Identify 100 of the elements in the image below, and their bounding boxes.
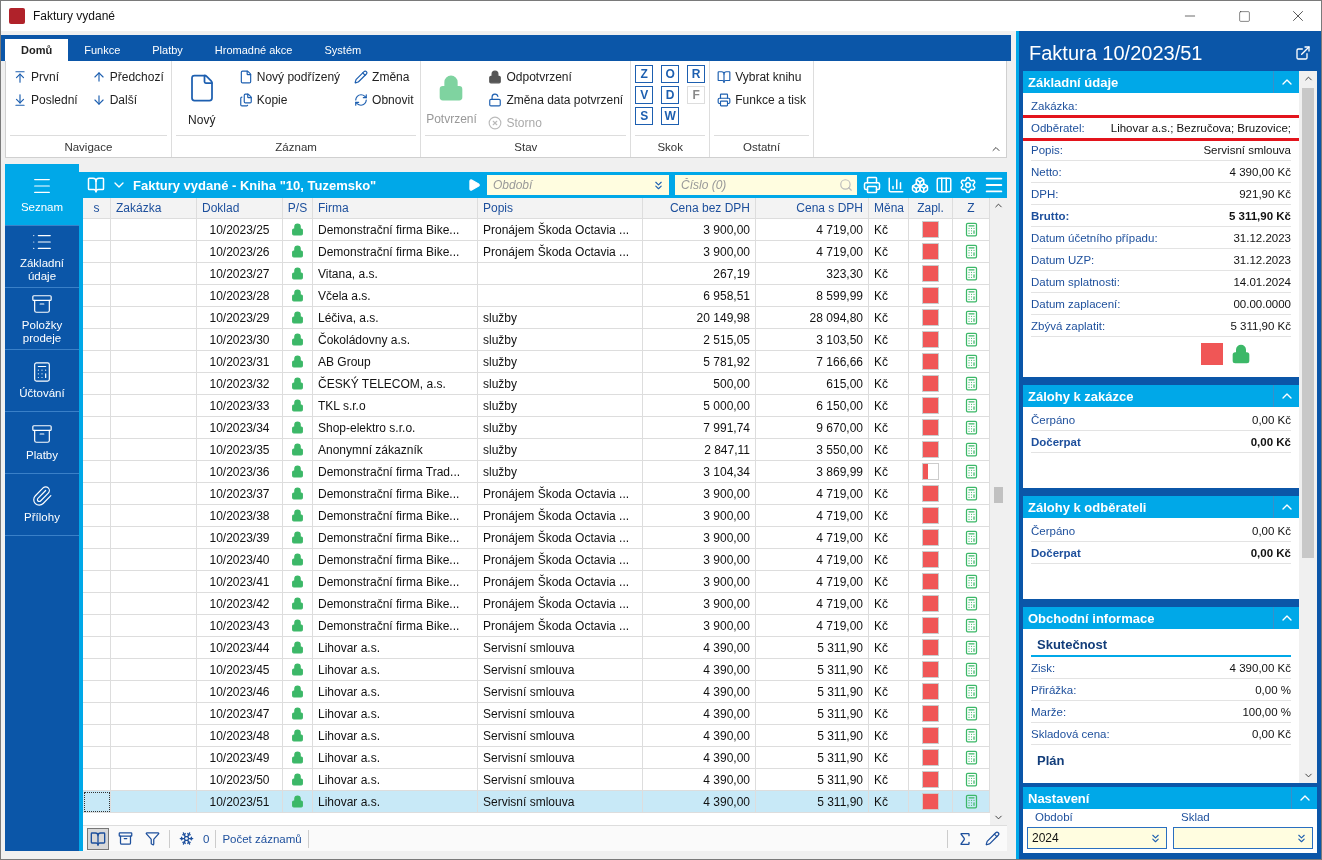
table-row[interactable]: 10/2023/32 ČESKÝ TELECOM, a.s. služby 500,00 615,00 Kč — [83, 373, 990, 395]
table-row[interactable]: 10/2023/50 Lihovar a.s. Servisní smlouva 4 390,00 5 311,90 Kč — [83, 769, 990, 791]
table-cell: Lihovar a.s. — [313, 791, 478, 813]
table-cell: 5 311,90 — [756, 791, 869, 813]
table-row[interactable]: 10/2023/46 Lihovar a.s. Servisní smlouva 4 390,00 5 311,90 Kč — [83, 681, 990, 703]
lock-icon — [291, 729, 304, 742]
paperclip-icon — [31, 485, 53, 508]
table-cell: Servisní smlouva — [478, 791, 643, 813]
jump-button[interactable]: Z — [635, 65, 654, 83]
settings-icon[interactable] — [959, 176, 977, 194]
table-row[interactable]: 10/2023/51 Lihovar a.s. Servisní smlouva 4 390,00 5 311,90 Kč — [83, 791, 990, 813]
lock-icon — [291, 553, 304, 566]
dropdown-field[interactable] — [1173, 827, 1313, 849]
field-label: Marže: — [1031, 705, 1067, 718]
lock-icon — [291, 531, 304, 544]
period-field[interactable]: Období — [491, 177, 652, 193]
jump-button[interactable]: O — [661, 65, 680, 83]
ribbon-button[interactable]: Vybrat knihu — [714, 65, 809, 88]
table-row[interactable]: 10/2023/26 Demonstrační firma Bike... Pronájem Škoda Octavia ... 3 900,00 4 719,00 Kč — [83, 241, 990, 263]
calculator-icon — [963, 794, 979, 809]
jump-button[interactable]: W — [661, 107, 680, 125]
subheading: Skutečnost — [1031, 631, 1291, 657]
period-field[interactable]: Období — [487, 175, 669, 195]
bar-chart-icon[interactable] — [887, 176, 905, 194]
ribbon-tab[interactable]: Systém — [308, 39, 378, 61]
field-label: Přirážka: — [1031, 683, 1077, 696]
ribbon-tab[interactable]: Funkce — [68, 39, 137, 61]
ribbon-tab[interactable]: Domů — [5, 39, 69, 61]
ribbon-tab[interactable]: Hromadné akce — [198, 39, 309, 61]
table-row[interactable]: 10/2023/36 Demonstrační firma Trad... služby 3 104,34 3 869,99 Kč — [83, 461, 990, 483]
ribbon-button[interactable]: Nový — [175, 65, 228, 135]
calculator-icon — [963, 750, 979, 765]
lock-icon — [291, 311, 304, 324]
ribbon-button[interactable]: První — [10, 65, 81, 88]
table-row[interactable]: 10/2023/44 Lihovar a.s. Servisní smlouva 4 390,00 5 311,90 Kč — [83, 637, 990, 659]
table-row[interactable]: 10/2023/47 Lihovar a.s. Servisní smlouva 4 390,00 5 311,90 Kč — [83, 703, 990, 725]
table-row[interactable]: 10/2023/35 Anonymní zákazník služby 2 847,11 3 550,00 Kč — [83, 439, 990, 461]
dropdown-field[interactable]: 2024 — [1027, 827, 1167, 849]
section-title: Základní údaje — [1028, 74, 1119, 90]
ribbon-button[interactable]: Odpotvrzení — [485, 65, 627, 88]
calculator-icon — [31, 361, 53, 384]
lock-icon — [291, 267, 304, 280]
number-search-field[interactable]: Číslo (0) — [679, 177, 839, 193]
ribbon-button[interactable]: Nový podřízený — [235, 65, 344, 88]
table-row[interactable]: 10/2023/42 Demonstrační firma Bike... Pronájem Škoda Octavia ... 3 900,00 4 719,00 Kč — [83, 593, 990, 615]
table-row[interactable]: 10/2023/31 AB Group služby 5 781,92 7 166,66 Kč — [83, 351, 990, 373]
field-value: Lihovar a.s.; Bezručova; Bruzovice; — [1110, 121, 1291, 134]
field-value: 0,00 % — [1255, 683, 1291, 696]
ribbon-button[interactable]: Další — [88, 88, 167, 111]
table-row[interactable]: 10/2023/45 Lihovar a.s. Servisní smlouva 4 390,00 5 311,90 Kč — [83, 659, 990, 681]
ribbon-button[interactable]: Obnovit — [351, 88, 417, 111]
table-row[interactable]: 10/2023/48 Lihovar a.s. Servisní smlouva 4 390,00 5 311,90 Kč — [83, 725, 990, 747]
group-label: Záznam — [175, 135, 417, 157]
book-icon — [717, 69, 732, 84]
table-row[interactable]: 10/2023/41 Demonstrační firma Bike... Pronájem Škoda Octavia ... 3 900,00 4 719,00 Kč — [83, 571, 990, 593]
ribbon-button[interactable]: Předchozí — [88, 65, 167, 88]
splitter[interactable] — [1011, 31, 1019, 859]
ribbon-tab[interactable]: Platby — [136, 39, 199, 61]
play-icon[interactable] — [467, 178, 481, 192]
printer-icon — [717, 92, 732, 107]
field-value: 5 311,90 Kč — [1230, 319, 1291, 332]
table-row[interactable]: 10/2023/34 Shop-elektro s.r.o. služby 7 991,74 9 670,00 Kč — [83, 417, 990, 439]
unlock-icon — [488, 92, 503, 107]
table-row[interactable]: 10/2023/33 TKL s.r.o služby 5 000,00 6 150,00 Kč — [83, 395, 990, 417]
jump-button[interactable]: D — [661, 86, 680, 104]
document-icon — [238, 69, 253, 84]
section-title: Obchodní informace — [1028, 610, 1155, 626]
columns-icon[interactable] — [935, 176, 953, 194]
ribbon-button[interactable]: Změna — [351, 65, 417, 88]
table-row[interactable]: 10/2023/38 Demonstrační firma Bike... Pronájem Škoda Octavia ... 3 900,00 4 719,00 Kč — [83, 505, 990, 527]
boxes-icon[interactable] — [911, 176, 929, 194]
jump-button[interactable]: V — [635, 86, 654, 104]
ribbon-button[interactable]: Funkce a tisk — [714, 88, 809, 111]
ribbon-button[interactable]: Poslední — [10, 88, 81, 111]
table-row[interactable]: 10/2023/28 Včela a.s. 6 958,51 8 599,99 Kč — [83, 285, 990, 307]
table-row[interactable]: 10/2023/25 Demonstrační firma Bike... Pronájem Škoda Octavia ... 3 900,00 4 719,00 Kč — [83, 219, 990, 241]
table-row[interactable]: 10/2023/40 Demonstrační firma Bike... Pronájem Škoda Octavia ... 3 900,00 4 719,00 Kč — [83, 549, 990, 571]
printer-icon[interactable] — [863, 176, 881, 194]
calculator-icon — [963, 728, 979, 743]
ribbon-button[interactable]: Kopie — [235, 88, 344, 111]
lock-icon — [291, 663, 304, 676]
table-row[interactable]: 10/2023/29 Léčiva, a.s. služby 20 149,98 28 094,80 Kč — [83, 307, 990, 329]
table-row[interactable]: 10/2023/30 Čokoládovny a.s. služby 2 515,05 3 103,50 Kč — [83, 329, 990, 351]
table-row[interactable]: 10/2023/39 Demonstrační firma Bike... Pronájem Škoda Octavia ... 3 900,00 4 719,00 Kč — [83, 527, 990, 549]
calculator-icon — [963, 442, 979, 457]
jump-button[interactable]: R — [687, 65, 706, 83]
table-row[interactable]: 10/2023/37 Demonstrační firma Bike... Pronájem Škoda Octavia ... 3 900,00 4 719,00 Kč — [83, 483, 990, 505]
table-row[interactable]: 10/2023/49 Lihovar a.s. Servisní smlouva 4 390,00 5 311,90 Kč — [83, 747, 990, 769]
jump-button[interactable]: S — [635, 107, 654, 125]
number-search-field[interactable]: Číslo (0) — [675, 175, 857, 195]
table-row[interactable]: 10/2023/43 Demonstrační firma Bike... Pronájem Škoda Octavia ... 3 900,00 4 719,00 Kč — [83, 615, 990, 637]
group-label: Skok — [635, 135, 706, 157]
ribbon-button[interactable]: Změna data potvrzení — [485, 88, 627, 111]
table-row[interactable]: 10/2023/27 Vitana, a.s. 267,19 323,30 Kč — [83, 263, 990, 285]
circle-x-icon — [488, 115, 503, 130]
search-icon[interactable] — [839, 178, 853, 192]
record-count-label[interactable]: Počet záznamů — [222, 832, 302, 845]
maximize-icon[interactable] — [1237, 9, 1251, 23]
field-value: 14.01.2024 — [1233, 275, 1291, 288]
external-link-icon[interactable] — [1295, 45, 1311, 61]
